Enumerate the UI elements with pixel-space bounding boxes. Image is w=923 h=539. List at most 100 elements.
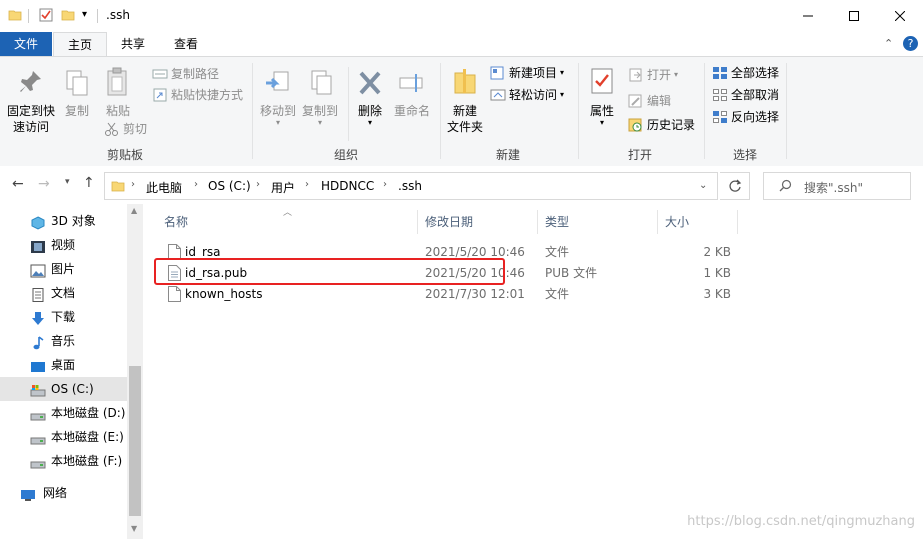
column-header-type[interactable]: 类型 — [545, 210, 569, 234]
copy-button[interactable]: 复制 — [62, 69, 92, 119]
pin-icon — [4, 69, 58, 101]
cut-button[interactable]: 剪切 — [104, 119, 147, 139]
delete-label: 删除 — [357, 104, 382, 118]
move-to-button[interactable]: 移动到 ▾ — [258, 69, 298, 127]
column-header-name[interactable]: 名称 — [164, 210, 188, 234]
column-header-modified[interactable]: 修改日期 — [425, 210, 473, 234]
easy-access-button[interactable]: 轻松访问 ▾ — [490, 85, 564, 105]
column-divider[interactable] — [657, 210, 658, 234]
watermark: https://blog.csdn.net/qingmuzhang — [687, 514, 915, 529]
open-button[interactable]: 打开 ▾ — [628, 65, 678, 85]
breadcrumb-os-c[interactable]: OS (C:) — [208, 179, 251, 193]
new-item-button[interactable]: 新建项目 ▾ — [490, 63, 564, 83]
nav-item-network[interactable]: 网络 — [0, 481, 127, 505]
up-arrow-icon[interactable]: ↑ — [83, 175, 95, 191]
back-arrow-icon[interactable]: ← — [12, 176, 24, 192]
breadcrumb-separator[interactable]: › — [305, 179, 309, 190]
search-placeholder: 搜索".ssh" — [804, 181, 863, 195]
breadcrumb-users[interactable]: 用户 — [271, 179, 295, 196]
customize-quick-access-icon[interactable]: ▾ — [82, 9, 87, 20]
copy-to-button[interactable]: 复制到 ▾ — [300, 69, 340, 127]
chevron-down-icon: ▾ — [560, 68, 565, 77]
maximize-button[interactable] — [831, 0, 877, 32]
minimize-button[interactable] — [785, 0, 831, 32]
nav-item-pictures[interactable]: 图片 — [0, 257, 127, 281]
column-divider[interactable] — [737, 210, 738, 234]
group-divider — [786, 63, 787, 159]
chevron-down-icon: ▾ — [317, 118, 322, 127]
rename-icon — [392, 69, 432, 101]
column-header-size[interactable]: 大小 — [665, 210, 689, 234]
nav-item-drive-d[interactable]: 本地磁盘 (D:) — [0, 401, 127, 425]
nav-item-music[interactable]: 音乐 — [0, 329, 127, 353]
new-folder-button[interactable]: 新建 文件夹 — [444, 67, 486, 135]
nav-item-drive-f[interactable]: 本地磁盘 (F:) — [0, 449, 127, 473]
address-bar[interactable]: › 此电脑 › OS (C:) › 用户 › HDDNCC › .ssh ⌄ — [104, 172, 718, 200]
refresh-button[interactable] — [720, 172, 750, 200]
folder-icon — [8, 8, 22, 25]
rename-button[interactable]: 重命名 — [392, 69, 432, 119]
edit-button[interactable]: 编辑 — [628, 91, 671, 111]
copy-path-button[interactable]: 复制路径 — [152, 64, 219, 84]
recent-locations-icon[interactable]: ▾ — [65, 177, 70, 187]
nav-item-drive-e[interactable]: 本地磁盘 (E:) — [0, 425, 127, 449]
help-icon[interactable]: ? — [903, 36, 918, 51]
select-all-button[interactable]: 全部选择 — [712, 63, 779, 83]
properties-button[interactable]: 属性 ▾ — [584, 67, 620, 127]
folder-icon — [111, 179, 125, 196]
scroll-up-arrow-icon[interactable]: ▲ — [131, 206, 137, 215]
breadcrumb-ssh[interactable]: .ssh — [398, 179, 422, 193]
nav-item-documents[interactable]: 文档 — [0, 281, 127, 305]
breadcrumb-separator[interactable]: › — [383, 179, 387, 190]
scrollbar-thumb[interactable] — [129, 366, 141, 516]
nav-item-downloads[interactable]: 下载 — [0, 305, 127, 329]
select-all-label: 全部选择 — [731, 66, 780, 80]
column-divider[interactable] — [417, 210, 418, 234]
forward-arrow-icon[interactable]: → — [38, 176, 50, 192]
table-row[interactable]: known_hosts 2021/7/30 12:01 文件 3 KB — [158, 284, 738, 305]
breadcrumb-separator[interactable]: › — [194, 179, 198, 190]
column-divider[interactable] — [537, 210, 538, 234]
paste-shortcut-label: 粘贴快捷方式 — [171, 88, 244, 102]
easy-access-label: 轻松访问 — [509, 88, 558, 102]
collapse-ribbon-icon[interactable]: ⌃ — [884, 37, 893, 50]
copy-label: 复制 — [64, 104, 89, 118]
breadcrumb-hddncc[interactable]: HDDNCC — [321, 179, 374, 193]
breadcrumb-separator[interactable]: › — [256, 179, 260, 190]
move-to-icon — [258, 69, 298, 101]
properties-quick-icon[interactable] — [39, 8, 53, 25]
edit-label: 编辑 — [647, 94, 672, 108]
tab-share[interactable]: 共享 — [108, 32, 158, 56]
delete-button[interactable]: 删除 ▾ — [354, 69, 386, 127]
new-folder-quick-icon[interactable] — [61, 8, 75, 25]
new-folder-icon — [444, 67, 486, 101]
nav-item-desktop[interactable]: 桌面 — [0, 353, 127, 377]
invert-selection-button[interactable]: 反向选择 — [712, 107, 779, 127]
paste-shortcut-button[interactable]: 粘贴快捷方式 — [152, 85, 243, 105]
breadcrumb-this-pc[interactable]: 此电脑 — [146, 179, 182, 196]
title-bar: ▾ .ssh — [0, 0, 923, 32]
select-all-icon — [713, 67, 727, 79]
paste-button[interactable]: 粘贴 — [102, 67, 134, 119]
history-button[interactable]: 历史记录 — [628, 115, 695, 135]
move-to-label: 移动到 — [259, 104, 296, 118]
tab-home[interactable]: 主页 — [53, 32, 107, 56]
nav-item-3d-objects[interactable]: 3D 对象 — [0, 209, 127, 233]
select-none-button[interactable]: 全部取消 — [712, 85, 779, 105]
scroll-down-arrow-icon[interactable]: ▼ — [131, 524, 137, 533]
breadcrumb-separator[interactable]: › — [131, 179, 135, 190]
navigation-scrollbar[interactable]: ▲ ▼ — [127, 204, 143, 539]
os-drive-icon — [30, 382, 46, 397]
pin-quick-access-button[interactable]: 固定到快 速访问 — [4, 69, 58, 135]
nav-item-videos[interactable]: 视频 — [0, 233, 127, 257]
close-button[interactable] — [877, 0, 923, 32]
file-size: 2 KB — [703, 245, 731, 259]
address-history-chevron-icon[interactable]: ⌄ — [699, 180, 707, 191]
nav-item-os-c[interactable]: OS (C:) — [0, 377, 127, 401]
search-box[interactable]: 搜索".ssh" — [763, 172, 911, 200]
file-name: known_hosts — [185, 287, 263, 301]
select-group-title: 选择 — [733, 148, 758, 162]
tab-file[interactable]: 文件 — [0, 32, 52, 56]
tab-view[interactable]: 查看 — [160, 32, 212, 56]
documents-icon — [30, 286, 46, 302]
